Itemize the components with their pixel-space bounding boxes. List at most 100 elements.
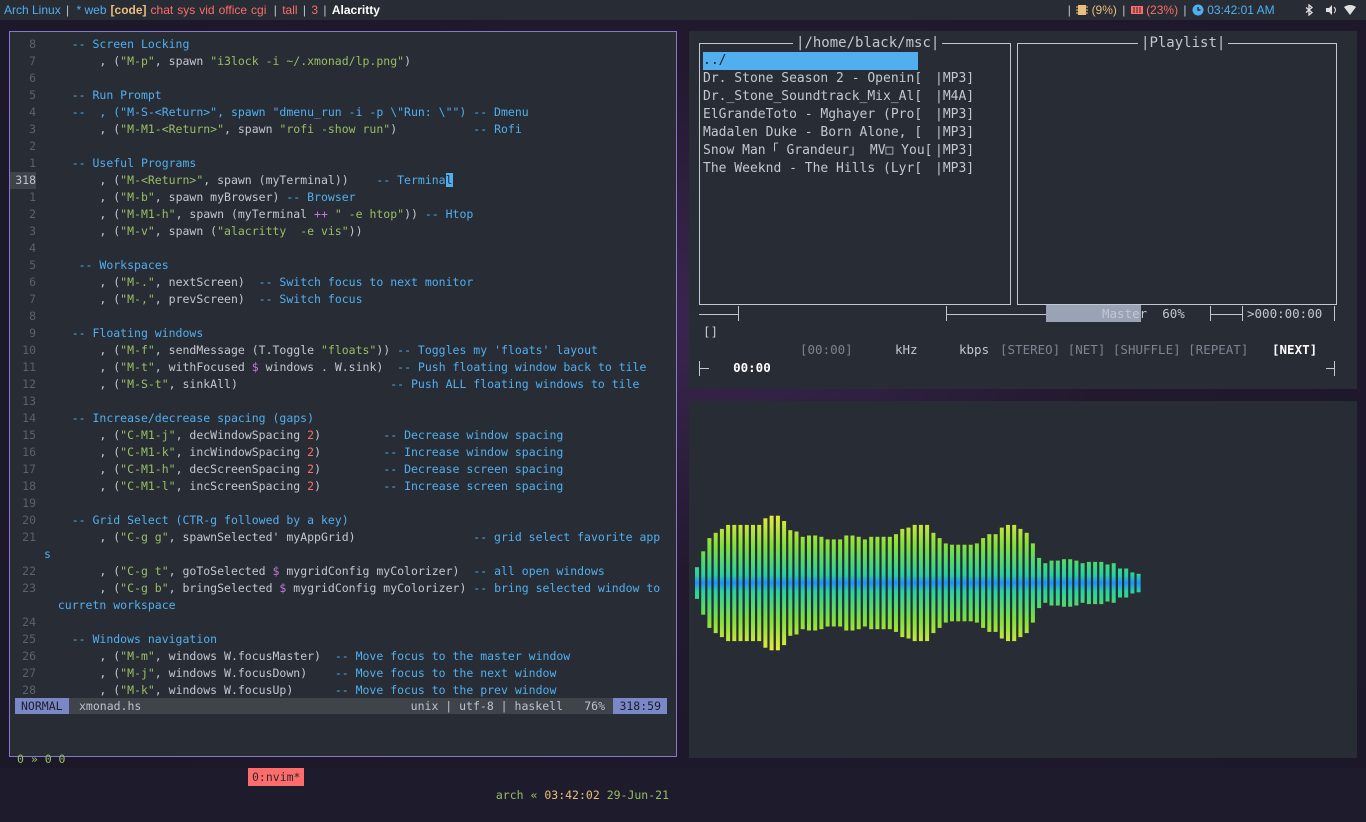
- file-row[interactable]: Dr._Stone_Soundtrack_Mix_Al[|M4A]: [703, 88, 1008, 106]
- code-line[interactable]: 23 , ("C-g b", bringSelected $ mygridCon…: [10, 580, 678, 597]
- player-info-line: 00:00: [703, 341, 771, 395]
- code-line[interactable]: 17 , ("C-M1-h", decScreenSpacing 2) -- D…: [10, 461, 678, 478]
- code-line[interactable]: 27 , ("M-j", windows W.focusDown) -- Mov…: [10, 665, 678, 682]
- code-token: , (: [44, 292, 121, 306]
- workspace-0[interactable]: * web: [77, 3, 107, 17]
- code-line[interactable]: 7 , ("M-,", prevScreen) -- Switch focus: [10, 291, 678, 308]
- terminal-nvim-window[interactable]: 8 -- Screen Locking 7 , ("M-p", spawn "i3…: [9, 31, 678, 802]
- code-line[interactable]: 6: [10, 70, 678, 87]
- footer-rule: [699, 368, 709, 369]
- code-line[interactable]: 18 , ("C-M1-l", incScreenSpacing 2) -- I…: [10, 478, 678, 495]
- line-number: 23: [22, 581, 36, 595]
- workspace-6[interactable]: cgi: [251, 3, 266, 17]
- file-extension: |MP3]: [935, 107, 975, 122]
- file-row[interactable]: Madalen Duke - Born Alone, [|MP3]: [703, 124, 1008, 142]
- code-line[interactable]: 4: [10, 240, 678, 257]
- tmux-window-tab[interactable]: 0:nvim*: [248, 768, 305, 786]
- layout-label[interactable]: tall: [282, 3, 297, 17]
- code-line[interactable]: 21 , ("C-g g", spawnSelected' myAppGrid)…: [10, 529, 678, 546]
- workspace-1[interactable]: [code]: [111, 3, 147, 17]
- code-line[interactable]: 19: [10, 495, 678, 512]
- file-row[interactable]: ElGrandeToto - Mghayer (Pro[|MP3]: [703, 106, 1008, 124]
- code-line[interactable]: 4 -- , ("M-S-<Return>", spawn "dmenu_run…: [10, 104, 678, 121]
- code-token: -- Workspaces: [78, 258, 169, 272]
- network-icon[interactable]: [1344, 2, 1356, 15]
- separator: |: [1067, 3, 1071, 17]
- playback-flag[interactable]: [STEREO]: [1000, 342, 1068, 357]
- code-token: , windows W.focusMaster): [154, 649, 335, 663]
- bluetooth-icon[interactable]: [1303, 2, 1315, 17]
- code-line[interactable]: 14 -- Increase/decrease spacing (gaps): [10, 410, 678, 427]
- line-number: 24: [22, 615, 36, 629]
- xmobar-top-bar: Arch Linux | * web [code] chat sys vid office…: [0, 0, 1366, 20]
- code-line[interactable]: s: [10, 546, 678, 563]
- code-line[interactable]: 20 -- Grid Select (CTR-g followed by a k…: [10, 512, 678, 529]
- code-line[interactable]: 13: [10, 393, 678, 410]
- code-line[interactable]: 3 , ("M-M1-<Return>", spawn "rofi -show …: [10, 121, 678, 138]
- code-line[interactable]: 12 , ("M-S-t", sinkAll) -- Push ALL floa…: [10, 376, 678, 393]
- workspace-5[interactable]: office: [219, 3, 247, 17]
- code-line[interactable]: 7 , ("M-p", spawn "i3lock -i ~/.xmonad/l…: [10, 53, 678, 70]
- visualizer-bar: [862, 539, 867, 627]
- line-number: 8: [29, 37, 36, 51]
- code-line[interactable]: 9 -- Floating windows: [10, 325, 678, 342]
- code-line[interactable]: 5 -- Workspaces: [10, 257, 678, 274]
- playback-flag[interactable]: [REPEAT]: [1188, 342, 1256, 357]
- volume-icon[interactable]: [1325, 2, 1337, 15]
- browser-path: /home/black/msc: [804, 35, 931, 51]
- code-line[interactable]: 2: [10, 138, 678, 155]
- code-line[interactable]: 11 , ("M-t", withFocused $ windows . W.s…: [10, 359, 678, 376]
- line-number: 10: [22, 343, 36, 357]
- workspace-4[interactable]: vid: [199, 3, 214, 17]
- code-line[interactable]: 16 , ("C-M1-k", incWindowSpacing 2) -- I…: [10, 444, 678, 461]
- progress-rule-right: [1210, 314, 1242, 315]
- file-row[interactable]: Snow Man「 Grandeur」 MV□ You[|MP3]: [703, 142, 1008, 160]
- code-editor[interactable]: 8 -- Screen Locking 7 , ("M-p", spawn "i3…: [10, 36, 678, 699]
- code-line[interactable]: 24: [10, 614, 678, 631]
- playlist-label: Playlist: [1149, 35, 1217, 51]
- separator: |: [1183, 3, 1187, 17]
- code-line[interactable]: 28 , ("M-k", windows W.focusUp) -- Move …: [10, 682, 678, 699]
- playback-flag[interactable]: [SHUFFLE]: [1113, 342, 1188, 357]
- file-encoding: unix | utf-8 | haskell: [410, 699, 563, 713]
- line-number: 21: [22, 530, 36, 544]
- bar-left: Arch Linux | * web [code] chat sys vid office…: [4, 0, 380, 20]
- visualizer-bar: [825, 539, 830, 627]
- file-row[interactable]: Dr. Stone Season 2 - Openin[|MP3]: [703, 70, 1008, 88]
- code-token: )): [348, 224, 363, 238]
- parent-dir-row[interactable]: ../: [703, 52, 918, 70]
- code-line[interactable]: 1 -- Useful Programs: [10, 155, 678, 172]
- file-row[interactable]: The Weeknd - The Hills (Lyr[|MP3]: [703, 160, 1008, 178]
- code-token: "floats": [320, 343, 377, 357]
- code-line[interactable]: curretn workspace: [10, 597, 678, 614]
- code-line[interactable]: 10 , ("M-f", sendMessage (T.Toggle "floa…: [10, 342, 678, 359]
- code-line[interactable]: 8 -- Screen Locking: [10, 36, 678, 53]
- code-line[interactable]: 6 , ("M-.", nextScreen) -- Switch focus …: [10, 274, 678, 291]
- code-line[interactable]: 15 , ("C-M1-j", decWindowSpacing 2) -- D…: [10, 427, 678, 444]
- line-number: 19: [22, 496, 36, 510]
- code-line[interactable]: 22 , ("C-g t", goToSelected $ mygridConf…: [10, 563, 678, 580]
- code-line[interactable]: 1 , ("M-b", spawn myBrowser) -- Browser: [10, 189, 678, 206]
- visualizer-bar: [894, 534, 898, 632]
- next-flag[interactable]: [NEXT]: [1272, 341, 1317, 359]
- workspace-2[interactable]: chat: [151, 3, 174, 17]
- code-token: , (: [44, 649, 121, 663]
- playback-flag[interactable]: [NET]: [1068, 342, 1113, 357]
- code-line[interactable]: 2 , ("M-M1-h", spawn (myTerminal ++ " -e…: [10, 206, 678, 223]
- code-line[interactable]: 3 , ("M-v", spawn ("alacritty -e vis")): [10, 223, 678, 240]
- line-number: 15: [22, 428, 36, 442]
- workspace-3[interactable]: sys: [177, 3, 195, 17]
- code-token: -- Decrease screen spacing: [383, 462, 564, 476]
- cmus-music-player[interactable]: |/home/black/msc| |Playlist| ../ Dr. Sto…: [689, 31, 1357, 389]
- code-line[interactable]: 8: [10, 308, 678, 325]
- code-token: , spawn: [224, 122, 280, 136]
- code-line[interactable]: 25 -- Windows navigation: [10, 631, 678, 648]
- code-token: , incWindowSpacing: [175, 445, 308, 459]
- code-line[interactable]: 26 , ("M-m", windows W.focusMaster) -- M…: [10, 648, 678, 665]
- window-count: 3: [311, 3, 319, 17]
- memory-usage: (23%): [1146, 3, 1179, 17]
- code-token: "rofi -show run": [279, 122, 391, 136]
- code-line[interactable]: 5 -- Run Prompt: [10, 87, 678, 104]
- code-line[interactable]: 318 , ("M-<Return>", spawn (myTerminal))…: [10, 172, 678, 189]
